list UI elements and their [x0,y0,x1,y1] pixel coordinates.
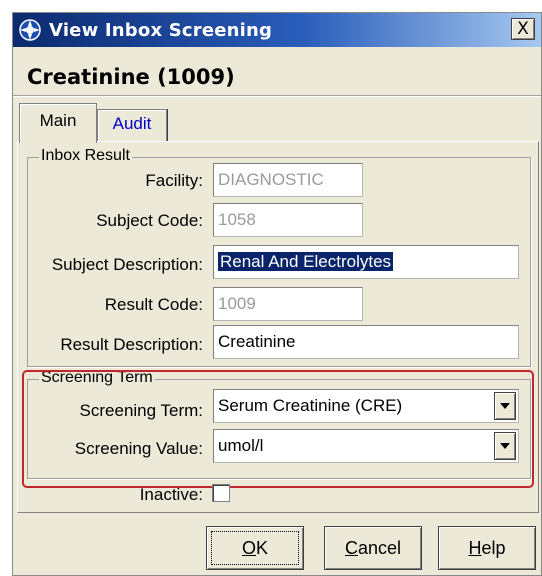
cancel-button[interactable]: Cancel [324,526,422,570]
screening-term-group-label: Screening Term [39,369,155,387]
app-icon [19,19,41,41]
window-title: View Inbox Screening [49,19,273,41]
screening-term-value: Serum Creatinine (CRE) [218,396,403,415]
inactive-checkbox[interactable] [212,484,230,502]
tab-audit[interactable]: Audit [97,109,167,141]
subject-code-field: 1058 [213,203,363,237]
help-button[interactable]: Help [438,526,536,570]
close-button[interactable]: X [511,18,535,40]
header-divider [13,95,541,97]
screening-value-value: umol/l [218,436,264,455]
chevron-down-icon [500,443,510,449]
subject-description-value: Renal And Electrolytes [218,252,394,271]
title-bar[interactable]: View Inbox Screening X [13,13,541,47]
result-code-field: 1009 [213,287,363,321]
record-title: Creatinine (1009) [27,65,235,89]
subject-code-label: Subject Code: [96,211,203,230]
result-description-field[interactable]: Creatinine [213,325,519,359]
subject-description-field[interactable]: Renal And Electrolytes [213,245,519,279]
result-code-label: Result Code: [104,295,203,314]
inbox-result-group-label: Inbox Result [39,147,132,165]
screening-term-select[interactable]: Serum Creatinine (CRE) [213,389,519,423]
result-description-label: Result Description: [60,335,203,354]
screening-value-dropdown-button[interactable] [494,432,516,460]
ok-button[interactable]: OK [206,526,304,570]
facility-label: Facility: [145,171,203,190]
tab-main[interactable]: Main [19,103,97,143]
facility-field: DIAGNOSTIC [213,163,363,197]
subject-description-label: Subject Description: [51,255,203,274]
screening-term-dropdown-button[interactable] [494,392,516,420]
screening-value-label: Screening Value: [74,439,203,458]
inactive-label: Inactive: [139,485,203,504]
screening-term-label: Screening Term: [79,401,203,420]
dialog-window: View Inbox Screening X Creatinine (1009)… [12,12,542,576]
close-icon: X [517,19,529,39]
chevron-down-icon [500,403,510,409]
screening-value-select[interactable]: umol/l [213,429,519,463]
